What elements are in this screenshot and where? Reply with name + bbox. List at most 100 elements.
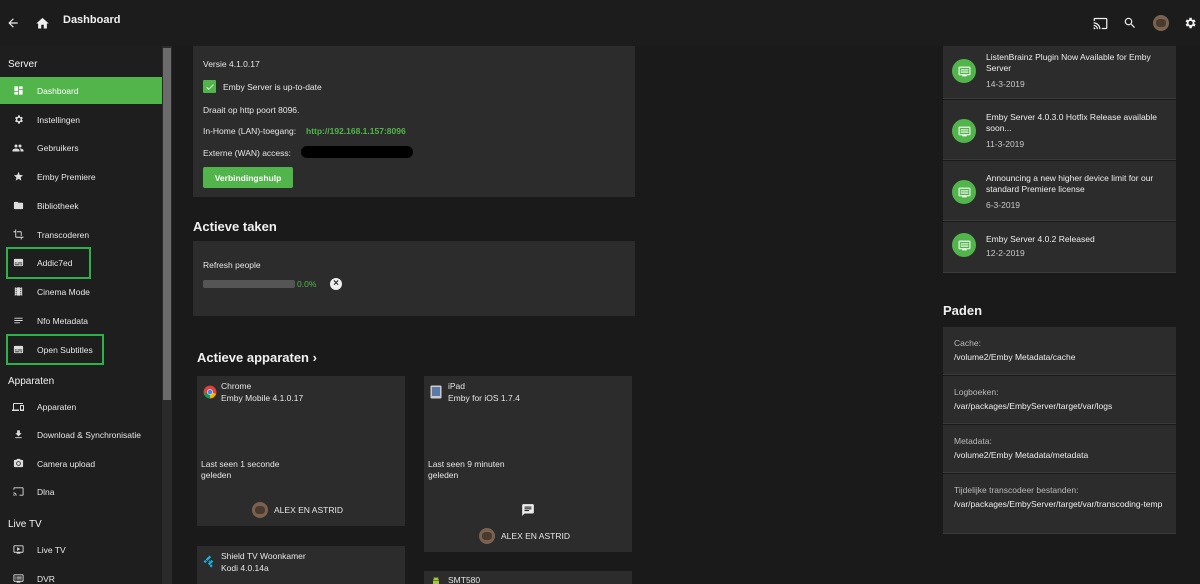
paths-title: Paden: [943, 303, 983, 318]
top-header: Dashboard: [0, 0, 1200, 46]
sidebar-item-live-tv[interactable]: Live TV: [0, 536, 162, 563]
chevron-right-icon: ›: [312, 350, 317, 365]
news-item[interactable]: ListenBrainz Plugin Now Available for Em…: [943, 46, 1176, 99]
sidebar-item-label: Camera upload: [37, 458, 96, 469]
news-title: Emby Server 4.0.3.0 Hotfix Release avail…: [986, 112, 1158, 133]
news-date: 14-3-2019: [986, 79, 1025, 89]
ipad-icon: [430, 385, 444, 399]
cancel-task-icon[interactable]: ×: [330, 278, 342, 290]
path-item-cache: Cache: /volume2/Emby Metadata/cache: [943, 327, 1176, 375]
kodi-icon: [203, 555, 217, 569]
path-item-logs: Logboeken: /var/packages/EmbyServer/targ…: [943, 376, 1176, 424]
path-item-transcode-temp: Tijdelijke transcodeer bestanden: /var/p…: [943, 474, 1176, 534]
server-info-panel: Versie 4.1.0.17 Emby Server is up-to-dat…: [193, 46, 635, 197]
download-icon: [12, 429, 24, 441]
message-icon[interactable]: [521, 503, 535, 517]
tv-icon: [12, 544, 24, 556]
path-value: /var/packages/EmbyServer/target/var/tran…: [954, 499, 1163, 509]
sidebar-item-label: Bibliotheek: [37, 200, 79, 211]
sidebar-item-dvr[interactable]: DVR: [0, 565, 162, 584]
device-user: ALEX EN ASTRID: [274, 505, 343, 515]
path-value: /var/packages/EmbyServer/target/var/logs: [954, 401, 1113, 411]
device-app: Emby Mobile 4.1.0.17: [221, 393, 304, 403]
path-label: Logboeken:: [954, 387, 999, 397]
task-progress-bar: [203, 280, 295, 288]
news-item[interactable]: Announcing a new higher device limit for…: [943, 161, 1176, 221]
sidebar-item-label: Cinema Mode: [37, 286, 90, 297]
path-label: Tijdelijke transcodeer bestanden:: [954, 485, 1079, 495]
connection-help-button[interactable]: Verbindingshulp: [203, 167, 293, 188]
back-arrow-icon[interactable]: [3, 13, 23, 33]
sidebar-item-label: Nfo Metadata: [37, 315, 89, 326]
page-title: Dashboard: [63, 14, 121, 26]
lan-access-label: In-Home (LAN)-toegang:: [203, 126, 297, 136]
sidebar-item-camera-upload[interactable]: Camera upload: [0, 450, 162, 477]
sidebar-item-emby-premiere[interactable]: Emby Premiere: [0, 163, 162, 190]
task-name: Refresh people: [203, 260, 261, 270]
lan-access-link[interactable]: http://192.168.1.157:8096: [306, 126, 406, 136]
sidebar-item-dlna[interactable]: Dlna: [0, 478, 162, 505]
cast-icon: [12, 486, 24, 498]
sidebar-item-label: Instellingen: [37, 114, 81, 125]
news-item[interactable]: Emby Server 4.0.2 Released 12-2-2019: [943, 222, 1176, 273]
news-icon: [952, 59, 976, 83]
path-value: /volume2/Emby Metadata/metadata: [954, 450, 1089, 460]
device-name: SMT580: [448, 575, 481, 584]
user-avatar[interactable]: [1153, 15, 1169, 31]
path-value: /volume2/Emby Metadata/cache: [954, 352, 1076, 362]
sidebar-item-download-sync[interactable]: Download & Synchronisatie: [0, 421, 162, 448]
folder-icon: [12, 200, 24, 212]
search-icon[interactable]: [1120, 13, 1140, 33]
camera-icon: [12, 458, 24, 470]
redacted-wan-address: [301, 146, 413, 158]
device-card-shield[interactable]: Shield TV Woonkamer Kodi 4.0.14a: [197, 546, 405, 584]
sidebar-item-nfo-metadata[interactable]: Nfo Metadata: [0, 307, 162, 334]
sidebar-scrollbar-thumb[interactable]: [163, 48, 171, 400]
device-name: Shield TV Woonkamer: [221, 551, 306, 561]
device-last-seen: Last seen 1 seconde: [201, 459, 280, 469]
highlight-box-addic7ed: [6, 247, 91, 279]
task-progress-text: 0.0%: [297, 279, 317, 289]
sidebar-item-label: Dashboard: [37, 85, 79, 96]
server-port: Draait op http poort 8096.: [203, 105, 300, 115]
device-name: iPad: [448, 381, 466, 391]
news-date: 12-2-2019: [986, 248, 1025, 258]
cast-icon[interactable]: [1090, 13, 1110, 33]
sidebar-item-label: Live TV: [37, 544, 66, 555]
sidebar-item-gebruikers[interactable]: Gebruikers: [0, 134, 162, 161]
news-title: ListenBrainz Plugin Now Available for Em…: [986, 52, 1151, 73]
device-app: Emby for iOS 1.7.4: [448, 393, 520, 403]
device-card-ipad[interactable]: iPad Emby for iOS 1.7.4 Last seen 9 minu…: [424, 376, 632, 552]
device-last-seen-2: geleden: [201, 470, 232, 480]
people-icon: [12, 142, 24, 154]
active-devices-title-text: Actieve apparaten: [197, 350, 309, 365]
sidebar-item-label: Emby Premiere: [37, 171, 96, 182]
gear-icon[interactable]: [1180, 13, 1200, 33]
active-devices-title[interactable]: Actieve apparaten ›: [197, 350, 317, 365]
device-card-smt580[interactable]: SMT580: [424, 571, 632, 584]
sidebar-item-label: Gebruikers: [37, 142, 79, 153]
server-version: Versie 4.1.0.17: [203, 59, 260, 69]
sidebar-section-apparaten: Apparaten: [8, 376, 55, 387]
news-icon: [952, 119, 976, 143]
active-tasks-panel: Refresh people 0.0% ×: [193, 241, 635, 316]
sidebar-item-dashboard[interactable]: Dashboard: [0, 77, 162, 104]
news-item[interactable]: Emby Server 4.0.3.0 Hotfix Release avail…: [943, 100, 1176, 160]
device-card-chrome[interactable]: Chrome Emby Mobile 4.1.0.17 Last seen 1 …: [197, 376, 405, 526]
dashboard-icon: [12, 85, 24, 97]
star-icon: [12, 171, 24, 183]
home-icon[interactable]: [32, 13, 52, 33]
sidebar-item-bibliotheek[interactable]: Bibliotheek: [0, 192, 162, 219]
sidebar-section-server: Server: [8, 59, 38, 70]
user-avatar: [252, 502, 268, 518]
sidebar-item-cinema-mode[interactable]: Cinema Mode: [0, 278, 162, 305]
news-title: Announcing a new higher device limit for…: [986, 173, 1154, 194]
sidebar: Server Dashboard Instellingen Gebruikers…: [0, 46, 172, 584]
sidebar-item-transcoderen[interactable]: Transcoderen: [0, 221, 162, 248]
sidebar-item-apparaten[interactable]: Apparaten: [0, 393, 162, 420]
news-title: Emby Server 4.0.2 Released: [986, 234, 1095, 244]
news-icon: [952, 233, 976, 257]
path-item-metadata: Metadata: /volume2/Emby Metadata/metadat…: [943, 425, 1176, 473]
uptodate-status: Emby Server is up-to-date: [223, 82, 322, 92]
sidebar-item-instellingen[interactable]: Instellingen: [0, 106, 162, 133]
